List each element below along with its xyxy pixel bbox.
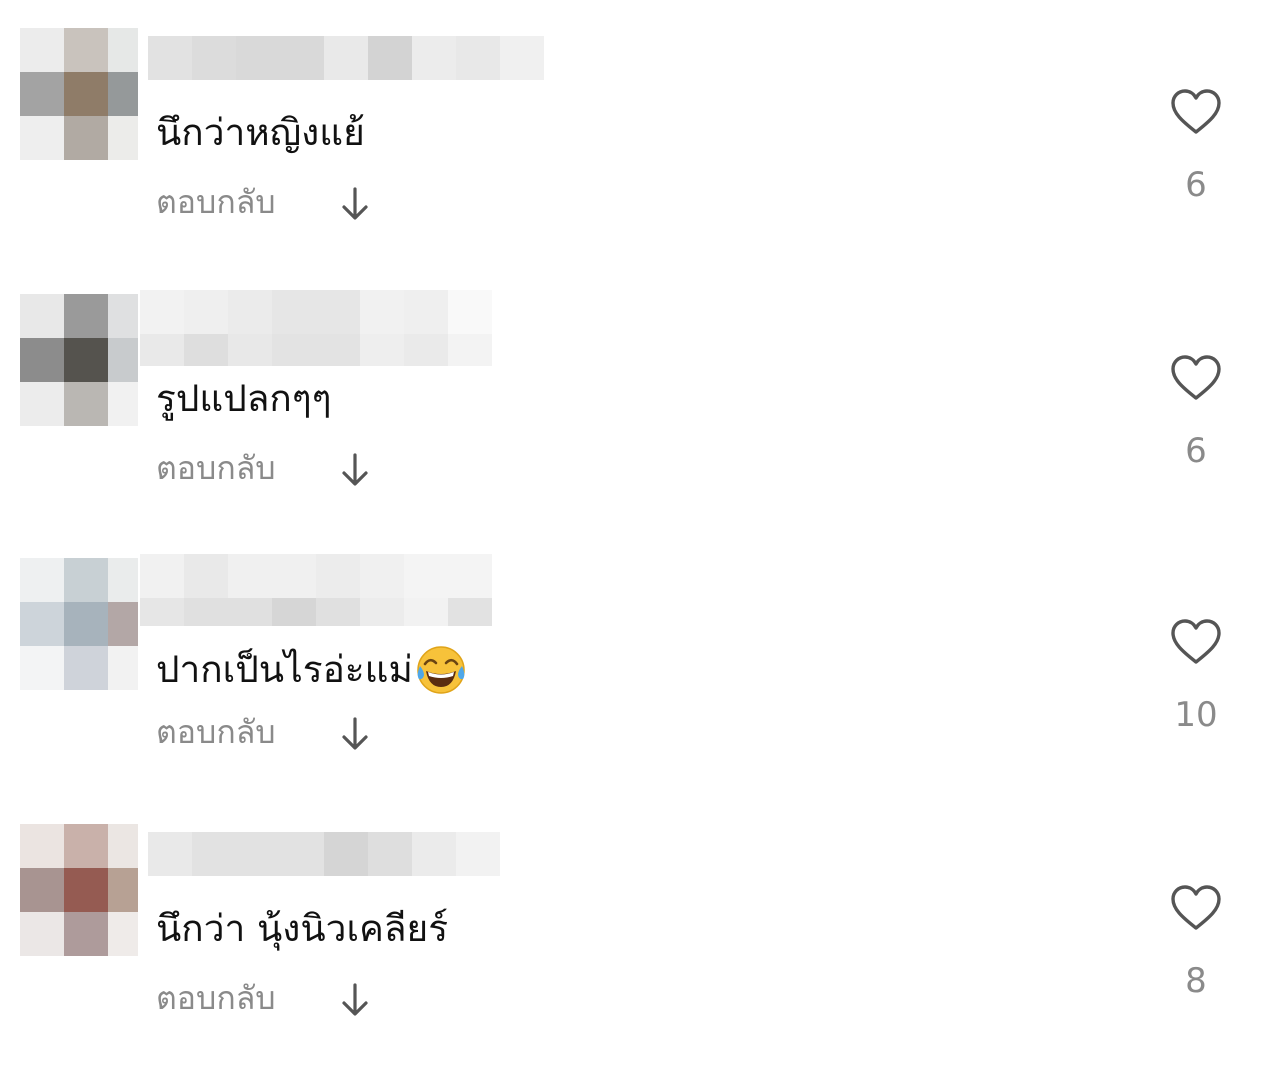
comment-item: ปากเป็นไรอ่ะแม่ ตอบกลับ 10	[0, 554, 1280, 808]
avatar[interactable]	[20, 28, 138, 160]
chevron-down-icon[interactable]	[340, 982, 370, 1018]
heart-icon[interactable]	[1170, 354, 1222, 402]
like-count: 8	[1185, 961, 1207, 1001]
avatar[interactable]	[20, 558, 138, 690]
reply-button[interactable]: ตอบกลับ	[156, 982, 276, 1014]
heart-icon[interactable]	[1170, 618, 1222, 666]
comment-text: รูปแปลกๆๆ	[156, 377, 332, 420]
comment-text: นึกว่าหญิงแย้	[156, 111, 365, 154]
avatar[interactable]	[20, 824, 138, 956]
chevron-down-icon[interactable]	[340, 452, 370, 488]
chevron-down-icon[interactable]	[340, 716, 370, 752]
like-count: 6	[1185, 431, 1207, 471]
comment-item: นึกว่า นุ้งนิวเคลียร์ ตอบกลับ 8	[0, 824, 1280, 1074]
comment-text: ปากเป็นไรอ่ะแม่	[156, 644, 467, 696]
reply-button[interactable]: ตอบกลับ	[156, 452, 276, 484]
username[interactable]	[140, 554, 492, 626]
username[interactable]	[148, 36, 548, 80]
reply-button[interactable]: ตอบกลับ	[156, 716, 276, 748]
heart-icon[interactable]	[1170, 88, 1222, 136]
chevron-down-icon[interactable]	[340, 186, 370, 222]
face-with-tears-of-joy-icon	[417, 646, 465, 694]
comment-item: นึกว่าหญิงแย้ ตอบกลับ 6	[0, 28, 1280, 278]
comment-text-content: ปากเป็นไรอ่ะแม่	[156, 648, 413, 691]
comment-item: รูปแปลกๆๆ ตอบกลับ 6	[0, 290, 1280, 544]
heart-icon[interactable]	[1170, 884, 1222, 932]
like-count: 10	[1174, 695, 1218, 735]
username[interactable]	[140, 290, 492, 366]
like-count: 6	[1185, 165, 1207, 205]
avatar[interactable]	[20, 294, 138, 426]
reply-button[interactable]: ตอบกลับ	[156, 186, 276, 218]
username[interactable]	[148, 832, 500, 876]
comment-text: นึกว่า นุ้งนิวเคลียร์	[156, 907, 449, 950]
